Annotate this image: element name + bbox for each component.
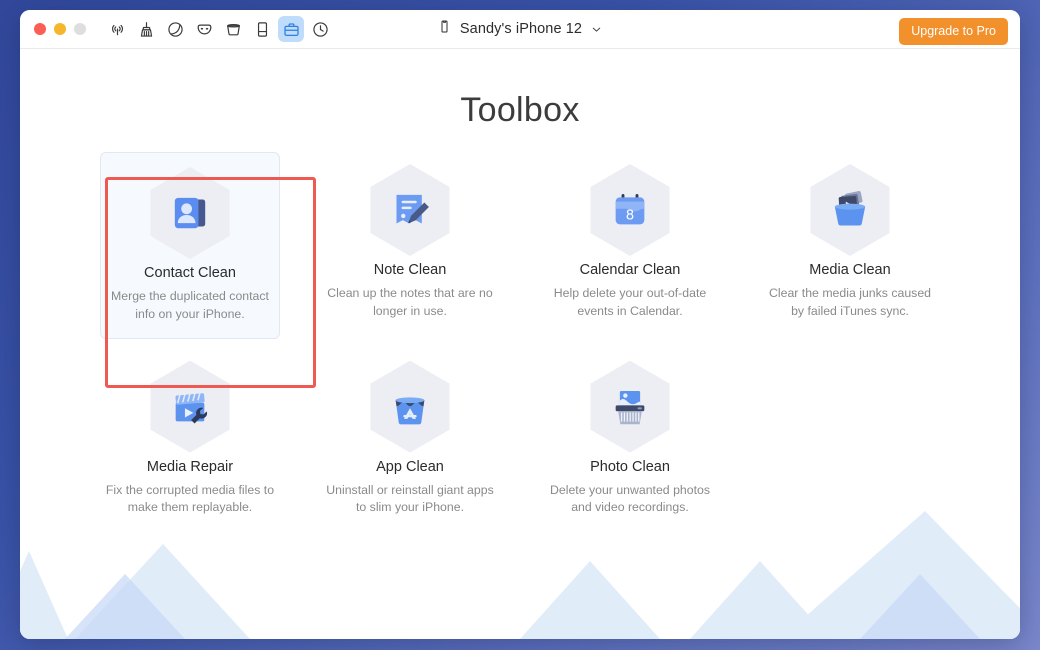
media-bucket-icon bbox=[804, 164, 896, 256]
tool-description: Clean up the notes that are no longer in… bbox=[323, 285, 498, 321]
bucket-icon[interactable] bbox=[220, 16, 246, 42]
tool-title: Media Repair bbox=[147, 459, 233, 475]
titlebar: Sandy's iPhone 12 Upgrade to Pro bbox=[20, 10, 1020, 49]
broom-icon[interactable] bbox=[133, 16, 159, 42]
clapperboard-wrench-icon bbox=[144, 361, 236, 453]
upgrade-to-pro-button[interactable]: Upgrade to Pro bbox=[899, 18, 1008, 45]
tool-card-note-clean[interactable]: Note Clean Clean up the notes that are n… bbox=[300, 152, 520, 339]
tool-title: Media Clean bbox=[809, 262, 890, 278]
airdrop-icon[interactable] bbox=[104, 16, 130, 42]
tool-title: Calendar Clean bbox=[580, 262, 681, 278]
appstore-bucket-icon bbox=[364, 361, 456, 453]
history-clock-icon[interactable] bbox=[307, 16, 333, 42]
tool-description: Delete your unwanted photos and video re… bbox=[543, 482, 718, 518]
traffic-lights bbox=[20, 23, 86, 35]
minimize-button[interactable] bbox=[54, 23, 66, 35]
contact-card-icon bbox=[144, 167, 236, 259]
calendar-day-number: 8 bbox=[626, 207, 634, 223]
content-area: Toolbox bbox=[20, 49, 1020, 639]
device-phone-icon bbox=[437, 18, 452, 40]
tool-card-photo-clean[interactable]: Photo Clean Delete your unwanted photos … bbox=[520, 349, 740, 532]
tool-description: Merge the duplicated contact info on you… bbox=[111, 288, 269, 324]
toolbox-icon[interactable] bbox=[278, 16, 304, 42]
tool-card-calendar-clean[interactable]: 8 Calendar Clean Help delete your out-of… bbox=[520, 152, 740, 339]
tool-card-contact-clean[interactable]: Contact Clean Merge the duplicated conta… bbox=[100, 152, 280, 339]
mask-icon[interactable] bbox=[191, 16, 217, 42]
tool-card-media-clean[interactable]: Media Clean Clear the media junks caused… bbox=[740, 152, 960, 339]
phone-icon[interactable] bbox=[249, 16, 275, 42]
tool-description: Fix the corrupted media files to make th… bbox=[103, 482, 278, 518]
toolbar bbox=[104, 16, 333, 42]
page-title: Toolbox bbox=[20, 49, 1020, 130]
app-window: Sandy's iPhone 12 Upgrade to Pro Toolbox bbox=[20, 10, 1020, 639]
eraser-circle-icon[interactable] bbox=[162, 16, 188, 42]
tools-grid: Contact Clean Merge the duplicated conta… bbox=[70, 152, 970, 531]
tool-card-app-clean[interactable]: App Clean Uninstall or reinstall giant a… bbox=[300, 349, 520, 532]
chevron-down-icon[interactable] bbox=[590, 23, 603, 36]
tool-card-media-repair[interactable]: Media Repair Fix the corrupted media fil… bbox=[80, 349, 300, 532]
note-pencil-icon bbox=[364, 164, 456, 256]
tool-description: Uninstall or reinstall giant apps to sli… bbox=[323, 482, 498, 518]
photo-shredder-icon bbox=[584, 361, 676, 453]
device-name-label[interactable]: Sandy's iPhone 12 bbox=[460, 21, 582, 37]
tool-title: Contact Clean bbox=[144, 265, 236, 281]
tool-description: Help delete your out-of-date events in C… bbox=[543, 285, 718, 321]
tool-title: Photo Clean bbox=[590, 459, 670, 475]
calendar-icon: 8 bbox=[584, 164, 676, 256]
tool-title: App Clean bbox=[376, 459, 444, 475]
zoom-button[interactable] bbox=[74, 23, 86, 35]
tool-description: Clear the media junks caused by failed i… bbox=[763, 285, 938, 321]
tool-title: Note Clean bbox=[374, 262, 447, 278]
close-button[interactable] bbox=[34, 23, 46, 35]
